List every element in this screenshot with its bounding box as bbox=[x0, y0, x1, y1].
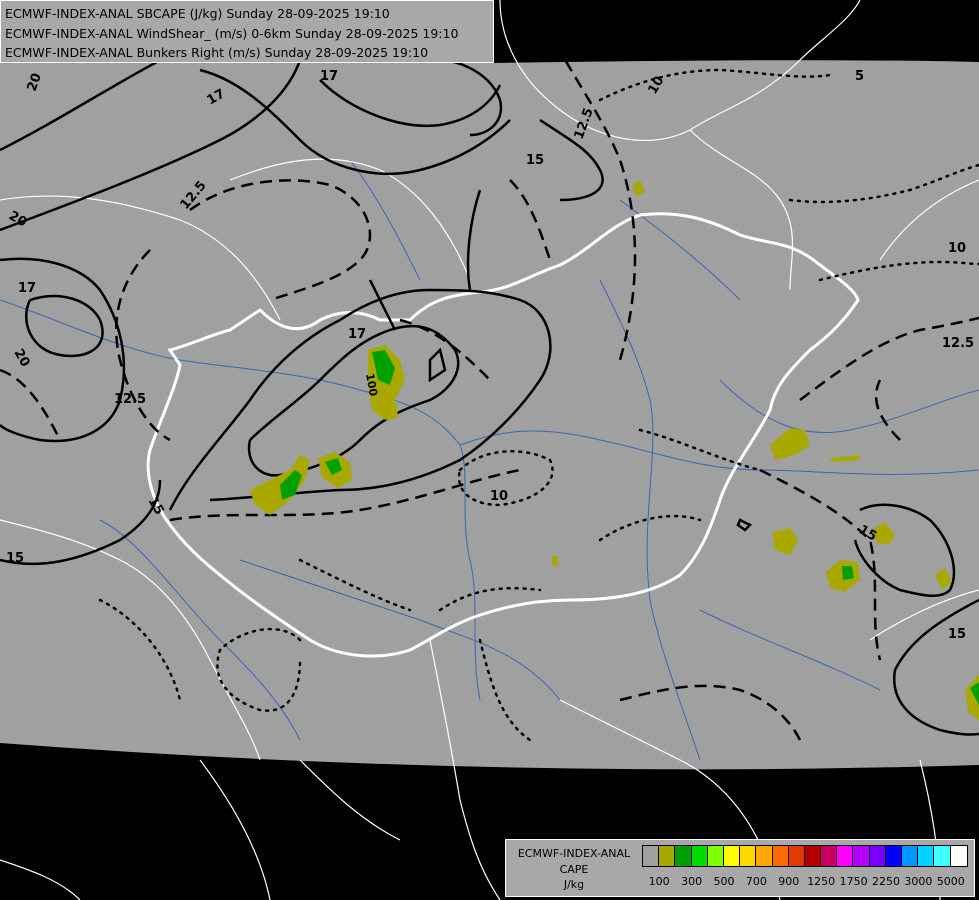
legend-tick-label: 2250 bbox=[872, 875, 900, 888]
legend-title-line-2: CAPE bbox=[559, 862, 589, 876]
label-br-10a: 10 bbox=[490, 489, 508, 504]
legend-title: ECMWF-INDEX-ANAL CAPE J/kg bbox=[508, 846, 640, 893]
legend-swatch bbox=[788, 846, 805, 866]
legend-swatch bbox=[756, 846, 773, 866]
label-ws-15e: 15 bbox=[948, 627, 966, 642]
legend-swatch bbox=[902, 846, 919, 866]
legend-swatch bbox=[723, 846, 741, 866]
domain-edge-top bbox=[494, 0, 979, 63]
legend-swatch bbox=[934, 846, 951, 866]
legend-swatch bbox=[804, 846, 822, 866]
legend-color-scale bbox=[642, 845, 968, 867]
legend-swatch bbox=[918, 846, 935, 866]
label-ws-17a: 17 bbox=[320, 69, 338, 84]
title-line-sbcape: ECMWF-INDEX-ANAL SBCAPE (J/kg) Sunday 28… bbox=[5, 6, 390, 21]
title-line-windshear: ECMWF-INDEX-ANAL WindShear_ (m/s) 0-6km … bbox=[5, 25, 459, 41]
legend-swatch bbox=[740, 846, 757, 866]
legend-tick-label: 700 bbox=[745, 875, 767, 888]
legend-swatch bbox=[821, 846, 838, 866]
legend-swatch bbox=[675, 846, 692, 866]
label-br-10b: 10 bbox=[948, 241, 966, 256]
label-ws-17d: 17 bbox=[348, 327, 366, 342]
legend-tick-label: 900 bbox=[778, 875, 800, 888]
legend-swatch bbox=[885, 846, 902, 866]
legend-swatch bbox=[707, 846, 724, 866]
legend-tick-label: 3000 bbox=[904, 875, 933, 888]
title-line-bunkers: ECMWF-INDEX-ANAL Bunkers Right (m/s) Sun… bbox=[5, 45, 429, 60]
legend-swatch bbox=[869, 846, 886, 866]
legend-swatch bbox=[691, 846, 708, 866]
label-br-5: 5 bbox=[855, 69, 864, 84]
weather-map: 20 17 17 15 20 17 20 15 17 15 15 15 12.5… bbox=[0, 0, 979, 900]
title-box: ECMWF-INDEX-ANAL SBCAPE (J/kg) Sunday 28… bbox=[0, 0, 494, 63]
cape-legend: ECMWF-INDEX-ANAL CAPE J/kg 100 300 500 700 9… bbox=[505, 839, 975, 897]
legend-tick-label: 300 bbox=[681, 875, 703, 888]
legend-swatch bbox=[772, 846, 789, 866]
label-br-125d: 12.5 bbox=[942, 336, 974, 351]
legend-title-line-1: ECMWF-INDEX-ANAL bbox=[517, 847, 631, 860]
legend-tick-label: 5000 bbox=[936, 875, 965, 888]
legend-swatch bbox=[643, 846, 660, 866]
map-domain bbox=[0, 0, 979, 770]
label-ws-15c: 15 bbox=[6, 551, 24, 566]
label-br-125b: 12.5 bbox=[114, 392, 146, 407]
legend-tick-label: 100 bbox=[648, 875, 670, 888]
legend-swatch bbox=[837, 846, 854, 866]
legend-swatch bbox=[659, 846, 676, 866]
legend-tick-label: 1750 bbox=[839, 875, 868, 888]
legend-tick-label: 500 bbox=[713, 875, 735, 888]
legend-swatch bbox=[950, 846, 967, 866]
label-ws-17c: 17 bbox=[18, 281, 36, 296]
legend-tick-label: 1250 bbox=[807, 875, 836, 888]
legend-title-line-3: J/kg bbox=[563, 878, 585, 891]
label-ws-15a: 15 bbox=[526, 153, 544, 168]
legend-swatch bbox=[853, 846, 870, 866]
